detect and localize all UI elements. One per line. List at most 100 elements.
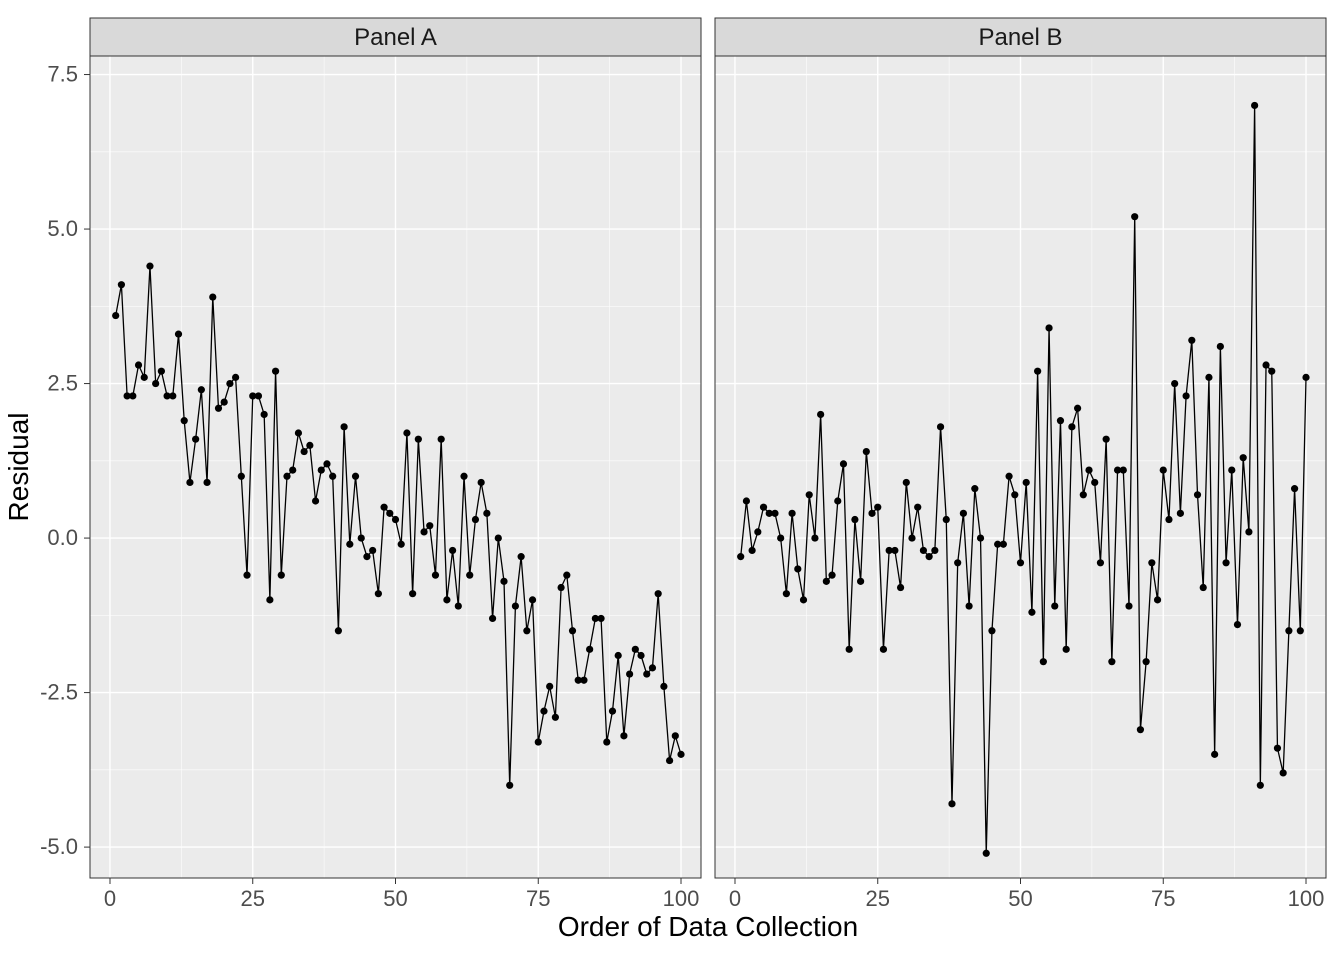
- data-point: [1194, 491, 1201, 498]
- data-point: [586, 646, 593, 653]
- data-point: [226, 380, 233, 387]
- data-point: [535, 738, 542, 745]
- x-tick-label: 50: [383, 886, 407, 911]
- data-point: [1165, 516, 1172, 523]
- data-point: [1234, 621, 1241, 628]
- data-point: [1103, 436, 1110, 443]
- data-point: [369, 547, 376, 554]
- facet-strip-label: Panel B: [978, 24, 1062, 51]
- data-point: [777, 534, 784, 541]
- data-point: [500, 578, 507, 585]
- data-point: [455, 602, 462, 609]
- data-point: [318, 466, 325, 473]
- data-point: [615, 652, 622, 659]
- data-point: [597, 615, 604, 622]
- data-point: [891, 547, 898, 554]
- data-point: [926, 553, 933, 560]
- data-point: [483, 510, 490, 517]
- data-point: [392, 516, 399, 523]
- data-point: [1143, 658, 1150, 665]
- data-point: [828, 572, 835, 579]
- data-point: [788, 510, 795, 517]
- data-point: [637, 652, 644, 659]
- data-point: [203, 479, 210, 486]
- data-point: [181, 417, 188, 424]
- data-point: [329, 473, 336, 480]
- data-point: [1251, 102, 1258, 109]
- data-point: [948, 800, 955, 807]
- data-point: [306, 442, 313, 449]
- data-point: [1285, 627, 1292, 634]
- data-point: [908, 534, 915, 541]
- data-point: [1085, 466, 1092, 473]
- data-point: [523, 627, 530, 634]
- data-point: [660, 683, 667, 690]
- data-point: [278, 572, 285, 579]
- data-point: [346, 541, 353, 548]
- data-point: [971, 485, 978, 492]
- data-point: [620, 732, 627, 739]
- data-point: [1154, 596, 1161, 603]
- data-point: [146, 263, 153, 270]
- data-point: [649, 664, 656, 671]
- data-point: [261, 411, 268, 418]
- data-point: [863, 448, 870, 455]
- data-point: [800, 596, 807, 603]
- data-point: [243, 572, 250, 579]
- data-point: [943, 516, 950, 523]
- data-point: [1240, 454, 1247, 461]
- data-point: [1097, 559, 1104, 566]
- data-point: [672, 732, 679, 739]
- y-tick-label: -2.5: [40, 680, 78, 705]
- data-point: [1280, 769, 1287, 776]
- data-point: [557, 584, 564, 591]
- data-point: [141, 374, 148, 381]
- data-point: [666, 757, 673, 764]
- facet-strip-label: Panel A: [354, 24, 437, 51]
- faceted-residual-plot: Panel A0255075100Panel B0255075100-5.0-2…: [0, 0, 1344, 960]
- data-point: [1177, 510, 1184, 517]
- data-point: [386, 510, 393, 517]
- data-point: [272, 368, 279, 375]
- x-tick-label: 50: [1008, 886, 1032, 911]
- data-point: [409, 590, 416, 597]
- data-point: [1028, 609, 1035, 616]
- data-point: [569, 627, 576, 634]
- y-axis-title: Residual: [3, 413, 34, 522]
- data-point: [1297, 627, 1304, 634]
- data-point: [851, 516, 858, 523]
- data-point: [1222, 559, 1229, 566]
- data-point: [335, 627, 342, 634]
- data-point: [937, 423, 944, 430]
- data-point: [1000, 541, 1007, 548]
- data-point: [398, 541, 405, 548]
- data-point: [988, 627, 995, 634]
- data-point: [1120, 466, 1127, 473]
- data-point: [478, 479, 485, 486]
- data-point: [135, 361, 142, 368]
- data-point: [632, 646, 639, 653]
- data-point: [375, 590, 382, 597]
- data-point: [158, 368, 165, 375]
- data-point: [169, 392, 176, 399]
- data-point: [914, 504, 921, 511]
- data-point: [1274, 745, 1281, 752]
- data-point: [954, 559, 961, 566]
- data-point: [1080, 491, 1087, 498]
- data-point: [743, 497, 750, 504]
- data-point: [749, 547, 756, 554]
- data-point: [1137, 726, 1144, 733]
- data-point: [420, 528, 427, 535]
- y-tick-label: 0.0: [47, 525, 78, 550]
- data-point: [857, 578, 864, 585]
- data-point: [466, 572, 473, 579]
- data-point: [512, 602, 519, 609]
- data-point: [1205, 374, 1212, 381]
- data-point: [609, 708, 616, 715]
- data-point: [794, 565, 801, 572]
- data-point: [546, 683, 553, 690]
- data-point: [677, 751, 684, 758]
- data-point: [495, 534, 502, 541]
- data-point: [529, 596, 536, 603]
- data-point: [472, 516, 479, 523]
